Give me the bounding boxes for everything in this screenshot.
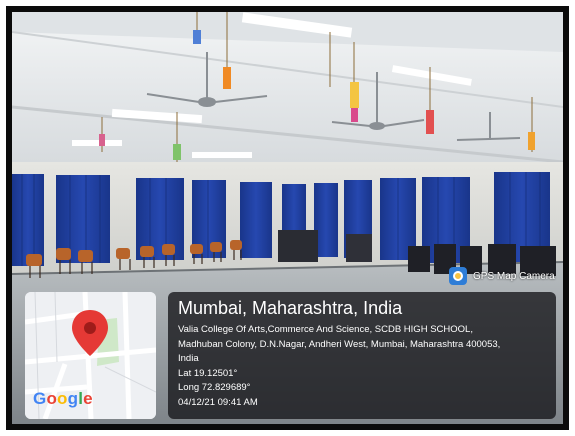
gps-map-camera-badge: GPS Map Camera [449, 266, 555, 286]
location-info-card: Mumbai, Maharashtra, India Valia College… [168, 292, 556, 419]
address-line-3: India [178, 353, 199, 364]
gps-map-camera-icon [449, 267, 467, 285]
map-thumbnail: Google [25, 292, 156, 419]
location-city: Mumbai, Maharashtra, India [178, 298, 403, 318]
address-line-2: Madhuban Colony, D.N.Nagar, Andheri West… [178, 338, 501, 350]
longitude: Long 72.829689° [178, 382, 251, 393]
badge-label: GPS Map Camera [473, 270, 555, 282]
address-line-1: Valia College Of Arts,Commerce And Scien… [178, 324, 473, 335]
timestamp: 04/12/21 09:41 AM [178, 396, 258, 408]
google-logo: Google [33, 389, 93, 408]
latitude: Lat 19.12501° [178, 367, 238, 379]
